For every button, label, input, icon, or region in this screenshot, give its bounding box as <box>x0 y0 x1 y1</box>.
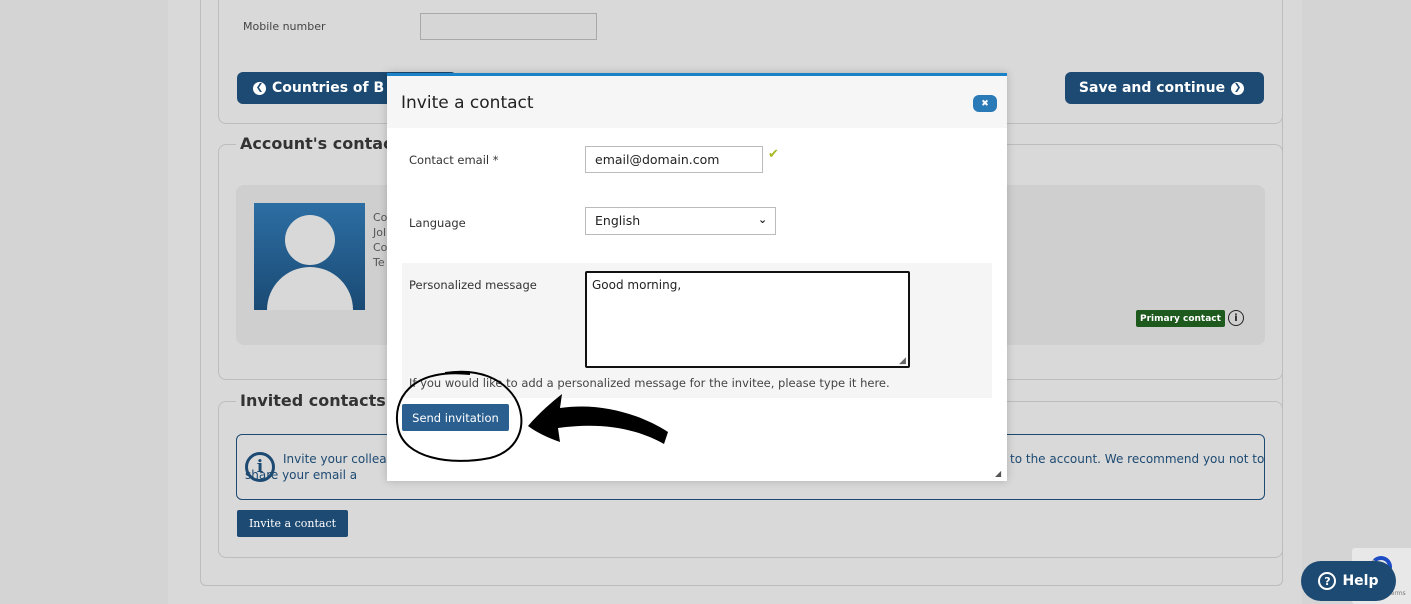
card-line: Co <box>373 211 388 224</box>
language-select[interactable]: English <box>585 207 776 235</box>
arrow-left-icon: ❮ <box>253 81 266 95</box>
send-invitation-button[interactable]: Send invitation <box>402 404 509 431</box>
avatar-body <box>267 267 353 310</box>
invited-contacts-legend: Invited contacts <box>236 391 390 410</box>
help-button[interactable]: ? Help <box>1301 561 1396 601</box>
language-label: Language <box>409 216 466 230</box>
mobile-number-input[interactable] <box>420 13 597 40</box>
info-text-line2: share your email a <box>245 468 358 482</box>
textarea-resize-icon[interactable]: ◢ <box>899 356 906 366</box>
personalized-message-label: Personalized message <box>409 278 537 292</box>
info-text-right: to the account. We recommend you not to <box>1010 452 1265 466</box>
avatar-head <box>285 215 335 265</box>
countries-button-label: Countries of B <box>272 80 385 96</box>
contact-email-label: Contact email * <box>409 153 499 167</box>
save-button-label: Save and continue <box>1078 80 1226 96</box>
modal-header: Invite a contact ✖ <box>387 76 1007 128</box>
primary-contact-badge: Primary contact <box>1136 310 1225 327</box>
invite-a-contact-button[interactable]: Invite a contact <box>237 510 348 537</box>
avatar <box>254 203 365 310</box>
info-icon[interactable]: i <box>1228 310 1244 326</box>
personalized-message-textarea[interactable]: Good morning, <box>585 271 910 368</box>
question-icon: ? <box>1318 572 1337 590</box>
modal-resize-icon[interactable]: ◢ <box>995 469 1001 478</box>
left-gutter <box>0 0 168 604</box>
arrow-right-icon: ❯ <box>1231 81 1245 95</box>
chevron-down-icon: ⌄ <box>758 213 768 226</box>
personalized-message-hint: If you would like to add a personalized … <box>409 376 890 390</box>
card-line: Jol <box>373 226 387 239</box>
card-line: Te <box>373 256 385 269</box>
card-line: Co <box>373 241 388 254</box>
mobile-number-label: Mobile number <box>243 20 326 33</box>
info-text-line1: Invite your collea <box>283 452 387 466</box>
save-and-continue-button[interactable]: Save and continue ❯ <box>1065 72 1264 104</box>
right-gutter <box>1302 0 1411 604</box>
modal-title: Invite a contact <box>401 93 534 113</box>
close-icon[interactable]: ✖ <box>973 95 997 112</box>
contact-card-text: Co Jol Co Te <box>373 210 387 270</box>
check-icon: ✔ <box>768 147 779 162</box>
help-button-label: Help <box>1342 573 1379 589</box>
accounts-contacts-legend: Account's contac <box>236 134 397 153</box>
contact-email-input[interactable]: email@domain.com <box>585 146 763 173</box>
invite-contact-modal: Invite a contact ✖ Contact email * email… <box>387 73 1007 481</box>
